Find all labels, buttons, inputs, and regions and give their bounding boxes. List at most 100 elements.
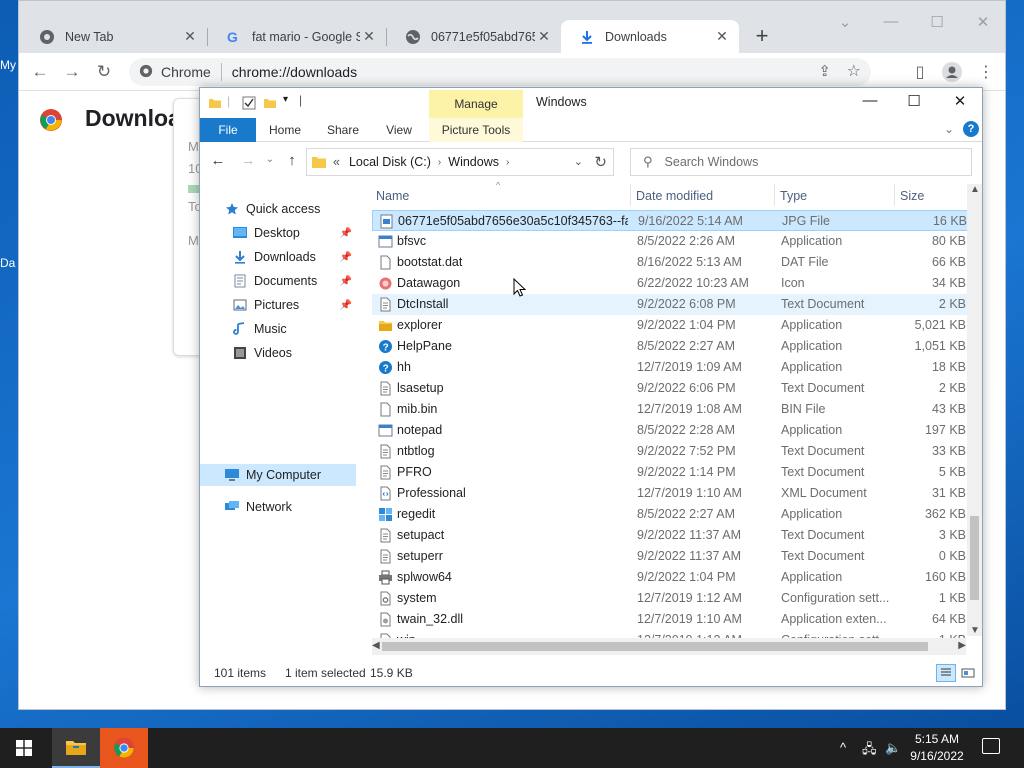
breadcrumb[interactable]: « Local Disk (C:) › Windows › ⌄ ↻ <box>306 148 614 176</box>
breadcrumb-overflow[interactable]: « <box>333 155 340 169</box>
details-view-icon[interactable] <box>936 664 956 682</box>
chevron-right-icon[interactable]: › <box>506 157 509 168</box>
scroll-thumb[interactable] <box>970 516 979 600</box>
column-divider[interactable] <box>894 184 895 206</box>
notification-center-icon[interactable] <box>982 738 1000 754</box>
show-hidden-icons-icon[interactable]: ^ <box>840 740 846 755</box>
close-icon[interactable]: ✕ <box>713 28 731 45</box>
vertical-scrollbar[interactable]: ▲ ▼ <box>967 184 982 636</box>
maximize-button[interactable]: ☐ <box>925 13 949 31</box>
scroll-down-icon[interactable]: ▼ <box>970 625 980 636</box>
expand-ribbon-icon[interactable]: ⌄ <box>944 122 954 136</box>
profile-avatar-icon[interactable] <box>941 62 963 87</box>
network-tray-icon[interactable]: 🖧 <box>862 740 877 762</box>
column-header-type[interactable]: Type <box>780 189 807 203</box>
clock[interactable]: 5:15 AM 9/16/2022 <box>902 731 972 765</box>
nav-videos[interactable]: Videos <box>200 342 356 364</box>
table-row[interactable]: bootstat.dat 8/16/2022 5:13 AM DAT File 66 … <box>372 252 970 273</box>
forward-button[interactable]: → <box>61 61 83 83</box>
maximize-button[interactable]: ☐ <box>894 92 934 110</box>
scroll-left-icon[interactable]: ◀ <box>372 640 380 651</box>
chevron-right-icon[interactable]: › <box>438 157 441 168</box>
breadcrumb-item[interactable]: Windows <box>448 155 499 169</box>
tab-image[interactable]: 06771e5f05abd7656e30a5c10f345763 ✕ <box>387 20 561 53</box>
pin-icon[interactable]: 📌 <box>340 252 352 263</box>
nav-pictures[interactable]: Pictures 📌 <box>200 294 356 316</box>
nav-quick-access[interactable]: Quick access <box>200 198 356 220</box>
breadcrumb-item[interactable]: Local Disk (C:) <box>349 155 431 169</box>
nav-documents[interactable]: Documents 📌 <box>200 270 356 292</box>
side-panel-icon[interactable]: ▯ <box>909 62 931 82</box>
large-icons-view-icon[interactable] <box>958 664 978 682</box>
minimize-button[interactable]: — <box>850 92 890 109</box>
scroll-thumb[interactable] <box>382 642 928 651</box>
table-row[interactable]: ? hh 12/7/2019 1:09 AM Application 18 KB <box>372 357 970 378</box>
tab-google-search[interactable]: G fat mario - Google Search ✕ <box>208 20 386 53</box>
table-row[interactable]: DtcInstall 9/2/2022 6:08 PM Text Document 2… <box>372 294 970 315</box>
ribbon-tab-view[interactable]: View <box>380 118 418 142</box>
new-tab-button[interactable]: + <box>749 23 775 49</box>
refresh-icon[interactable]: ↻ <box>594 153 607 171</box>
minimize-button[interactable]: — <box>879 13 903 30</box>
ribbon-tab-share[interactable]: Share <box>322 118 364 142</box>
column-header-size[interactable]: Size <box>900 189 924 203</box>
desktop-icon-label[interactable]: My <box>0 58 18 72</box>
ribbon-tab-file[interactable]: File <box>200 118 256 142</box>
desktop-icon-label[interactable]: Da <box>0 256 18 270</box>
address-bar[interactable]: Chrome chrome://downloads ⇪ ☆ <box>129 58 871 86</box>
search-input[interactable]: ⚲ Search Windows <box>630 148 972 176</box>
up-button[interactable]: ↑ <box>282 152 302 169</box>
table-row[interactable]: Professional 12/7/2019 1:10 AM XML Documen… <box>372 483 970 504</box>
pin-icon[interactable]: 📌 <box>340 228 352 239</box>
chrome-icon[interactable] <box>100 728 148 768</box>
pin-icon[interactable]: 📌 <box>340 276 352 287</box>
close-icon[interactable]: ✕ <box>181 28 199 45</box>
ribbon-tab-manage[interactable]: Manage <box>429 90 523 118</box>
recent-locations-icon[interactable]: ⌄ <box>260 154 280 165</box>
nav-desktop[interactable]: Desktop 📌 <box>200 222 356 244</box>
pin-icon[interactable]: 📌 <box>340 300 352 311</box>
nav-music[interactable]: Music <box>200 318 356 340</box>
forward-button[interactable]: → <box>238 152 258 169</box>
table-row[interactable]: notepad 8/5/2022 2:28 AM Application 197 KB <box>372 420 970 441</box>
table-row[interactable]: system 12/7/2019 1:12 AM Configuration set… <box>372 588 970 609</box>
chevron-down-icon[interactable]: ⌄ <box>574 155 583 168</box>
nav-network[interactable]: Network <box>200 496 356 518</box>
table-row[interactable]: setuperr 9/2/2022 11:37 AM Text Document 0 … <box>372 546 970 567</box>
properties-check-icon[interactable] <box>242 96 256 110</box>
nav-downloads[interactable]: Downloads 📌 <box>200 246 356 268</box>
nav-my-computer[interactable]: My Computer <box>200 464 356 486</box>
table-row[interactable]: splwow64 9/2/2022 1:04 PM Application 160 K… <box>372 567 970 588</box>
horizontal-scrollbar[interactable]: ◀ ▶ <box>372 638 966 655</box>
table-row[interactable]: bfsvc 8/5/2022 2:26 AM Application 80 KB <box>372 231 970 252</box>
menu-kebab-icon[interactable]: ⋮ <box>975 62 997 82</box>
file-explorer-icon[interactable] <box>52 728 100 768</box>
new-folder-icon[interactable] <box>263 96 277 110</box>
close-window-button[interactable]: ✕ <box>940 92 980 110</box>
column-divider[interactable] <box>630 184 631 206</box>
back-button[interactable]: ← <box>208 152 228 169</box>
table-row[interactable]: 06771e5f05abd7656e30a5c10f345763--fat...… <box>372 210 970 231</box>
share-icon[interactable]: ⇪ <box>818 62 831 80</box>
back-button[interactable]: ← <box>29 61 51 83</box>
table-row[interactable]: PFRO 9/2/2022 1:14 PM Text Document 5 KB <box>372 462 970 483</box>
tab-downloads[interactable]: Downloads ✕ <box>561 20 739 53</box>
scroll-right-icon[interactable]: ▶ <box>958 640 966 651</box>
chevron-down-icon[interactable]: ⌄ <box>833 13 857 31</box>
table-row[interactable]: ntbtlog 9/2/2022 7:52 PM Text Document 33 K… <box>372 441 970 462</box>
close-icon[interactable]: ✕ <box>535 28 553 45</box>
close-window-button[interactable]: ✕ <box>971 13 995 31</box>
table-row[interactable]: Datawagon 6/22/2022 10:23 AM Icon 34 KB <box>372 273 970 294</box>
column-header-date[interactable]: Date modified <box>636 189 713 203</box>
bookmark-star-icon[interactable]: ☆ <box>847 61 861 81</box>
column-divider[interactable] <box>774 184 775 206</box>
table-row[interactable]: twain_32.dll 12/7/2019 1:10 AM Application… <box>372 609 970 630</box>
table-row[interactable]: mib.bin 12/7/2019 1:08 AM BIN File 43 KB <box>372 399 970 420</box>
ribbon-tab-home[interactable]: Home <box>264 118 306 142</box>
table-row[interactable]: explorer 9/2/2022 1:04 PM Application 5,021… <box>372 315 970 336</box>
ribbon-tab-picture-tools[interactable]: Picture Tools <box>429 118 523 142</box>
close-icon[interactable]: ✕ <box>360 28 378 45</box>
reload-button[interactable]: ↻ <box>93 61 115 83</box>
table-row[interactable]: regedit 8/5/2022 2:27 AM Application 362 KB <box>372 504 970 525</box>
quick-access-dropdown-icon[interactable]: ▾ <box>283 94 288 105</box>
